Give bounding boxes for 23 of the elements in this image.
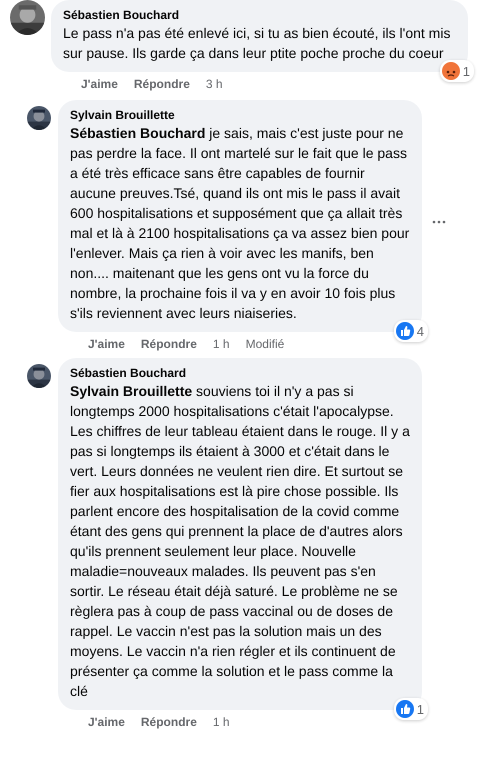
reaction-count[interactable]: 4 xyxy=(394,320,428,342)
action-link[interactable]: Répondre xyxy=(140,336,197,352)
angry-emoji-icon xyxy=(442,62,460,80)
action-link[interactable]: J'aime xyxy=(88,336,125,352)
action-link[interactable]: Répondre xyxy=(140,714,197,730)
comment-text: Sébastien Bouchard je sais, mais c'est juste pour ne pas perdre la face. Il ont martelé sur le fait que le pass a été très efficace sans être capables de fournir aucune preuves.Tsé, quand ils ont mis le pass il avait 600 hospitalisations et supposément que ça allait très mal et là à 2100 hospitalisations ça va assez bien pour l'enlever. Mais ça rien à voir avec les manifs, ben non.... maitenant que les gens ont vu la force du nombre, la prochaine fois il va y en avoir 10 fois plus s'ils reviennent avec leurs niaiseries. xyxy=(70,124,410,323)
author-name[interactable]: Sylvain Brouillette xyxy=(70,107,410,123)
edited-label[interactable]: Modifié xyxy=(246,336,284,352)
comment-text: Sylvain Brouillette souviens toi il n'y a pas si longtemps 2000 hospitalisations c'était l'apocalypse. Les chiffres de leur tableau étaient dans le rouge. Il y a pas si longtemps ils étaient à 3000 et c'était dans le vert. Leurs données ne veulent rien dire. Et surtout se fier aux hospitalisations est là pire chose possible. Ils parlent encore des hospitalisation de la covid comme étant des gens qui prennent la place de d'autres alors qu'ils prennent seulement leur place. Nouvelle maladie=nouveaux malades. Ils peuvent pas s'en sortir. Le réseau était déjà saturé. Le problème ne se règlera pas à coup de pass vaccinal ou de doses de rappel. Le vaccin n'est pas la solution mais un des moyens. Le vaccin n'a rien régler et ils continuent de présenter ça comme la solution et le pass comme la clé xyxy=(70,382,410,701)
comment-text: Le pass n'a pas été enlevé ici, si tu as bien écouté, ils l'ont mis sur pause. Ils garde ça dans leur ptite poche proche du coeur xyxy=(63,24,452,63)
author-name[interactable]: Sébastien Bouchard xyxy=(63,7,456,23)
more-options-icon[interactable] xyxy=(432,220,446,224)
action-link[interactable]: Répondre xyxy=(134,76,190,92)
action-link[interactable]: J'aime xyxy=(88,714,125,730)
thumbs-up-icon xyxy=(396,322,414,340)
thumbs-up-icon xyxy=(396,700,414,718)
action-link[interactable]: J'aime xyxy=(81,76,118,92)
comment-time[interactable]: 1 h xyxy=(212,714,230,730)
reaction-count[interactable]: 1 xyxy=(440,60,474,82)
author-name[interactable]: Sébastien Bouchard xyxy=(70,365,410,381)
reaction-count[interactable]: 1 xyxy=(394,698,428,720)
comment-time[interactable]: 3 h xyxy=(206,76,223,92)
comment-time[interactable]: 1 h xyxy=(212,336,230,352)
